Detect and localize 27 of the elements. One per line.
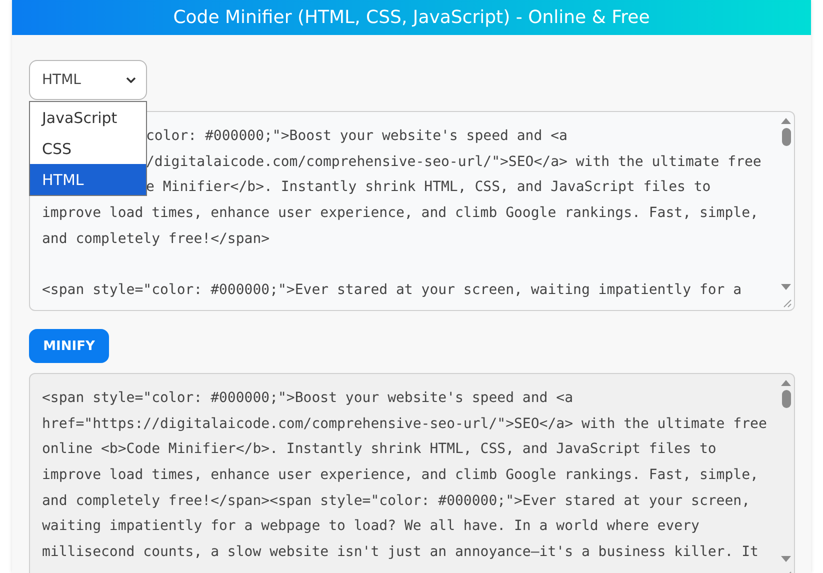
code-line: <span style="color: #000000;">Boost your website's speed and <a <box>42 389 574 408</box>
language-select[interactable]: HTML <box>29 60 147 100</box>
input-editor[interactable] <box>29 111 795 311</box>
code-line: millisecond counts, a slow website isn't just an annoyance—it's a business killer. It <box>42 543 758 562</box>
dropdown-option[interactable]: HTML <box>30 164 146 195</box>
code-line: and completely free!</span><span style="color: #000000;">Ever stared at your screen, <box>42 492 750 511</box>
code-line: improve load times, enhance user experience, and climb Google rankings. Fast, simple, <box>42 466 758 486</box>
code-line: improve load times, enhance user experience, and climb Google rankings. Fast, simple, <box>42 204 758 224</box>
scroll-down-icon[interactable] <box>781 284 791 290</box>
code-line: href="https://digitalaicode.com/comprehensive-seo-url/">SEO</a> with the ultimate free <box>42 414 767 434</box>
code-line: color: #000000;">Boost your website's speed and <a <box>146 127 568 146</box>
scroll-down-icon[interactable] <box>781 556 791 562</box>
code-line: waiting impatiently for a webpage to load? We all have. In a world where every <box>42 517 700 536</box>
code-line: e Minifier</b>. Instantly shrink HTML, CSS, and JavaScript files to <box>146 178 711 198</box>
scroll-up-icon[interactable] <box>781 118 791 124</box>
code-line: and completely free!</span> <box>42 230 270 249</box>
scroll-thumb[interactable] <box>782 128 790 146</box>
scroll-up-icon[interactable] <box>781 380 791 386</box>
page-title: Code Minifier (HTML, CSS, JavaScript) - Online & Free <box>173 7 650 28</box>
output-editor[interactable] <box>29 373 795 573</box>
code-line: <span style="color: #000000;">Ever stared at your screen, waiting impatiently for a <box>42 281 742 300</box>
chevron-icon <box>126 77 136 83</box>
scroll-thumb[interactable] <box>782 390 790 408</box>
code-line: /digitalaicode.com/comprehensive-seo-url/">SEO</a> with the ultimate free <box>146 152 762 172</box>
code-line: online <b>Code Minifier</b>. Instantly shrink HTML, CSS, and JavaScript files to <box>42 440 716 460</box>
minify-button[interactable]: MINIFY <box>29 329 109 363</box>
select-value: HTML <box>42 72 81 88</box>
